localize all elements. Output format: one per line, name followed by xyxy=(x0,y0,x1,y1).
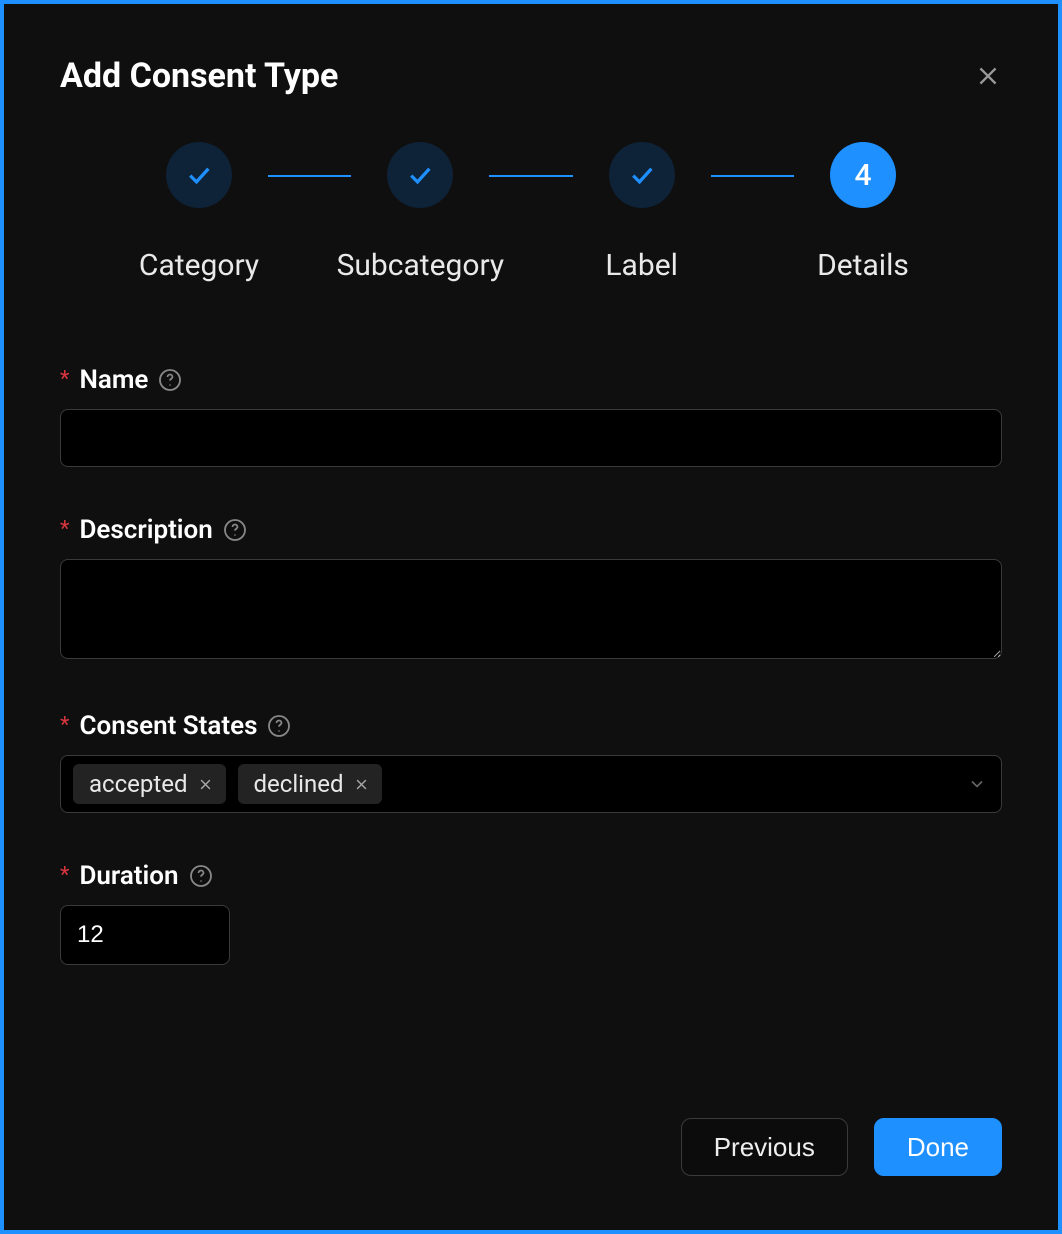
chevron-down-icon xyxy=(967,774,987,794)
wizard-stepper: Category Subcategory Label 4 xyxy=(60,142,1002,283)
step-number: 4 xyxy=(854,158,871,193)
tag-label: declined xyxy=(254,770,344,798)
step-category[interactable]: Category xyxy=(94,142,304,283)
close-button[interactable] xyxy=(974,62,1002,90)
help-icon[interactable] xyxy=(158,368,182,392)
check-icon xyxy=(405,160,435,190)
tag-declined: declined xyxy=(238,764,382,804)
help-icon[interactable] xyxy=(267,714,291,738)
description-input[interactable] xyxy=(60,559,1002,659)
modal-footer: Previous Done xyxy=(681,1118,1002,1176)
step-label: Subcategory xyxy=(337,248,505,283)
check-icon xyxy=(184,160,214,190)
close-icon xyxy=(354,777,369,792)
field-name: * Name xyxy=(60,365,1002,467)
consent-states-select[interactable]: accepted declined xyxy=(60,755,1002,813)
step-label: Category xyxy=(139,248,259,283)
previous-button[interactable]: Previous xyxy=(681,1118,848,1176)
modal-header: Add Consent Type xyxy=(60,56,1002,96)
duration-input[interactable] xyxy=(60,905,230,965)
step-details[interactable]: 4 Details xyxy=(758,142,968,283)
step-circle xyxy=(387,142,453,208)
field-description: * Description xyxy=(60,515,1002,663)
close-icon xyxy=(198,777,213,792)
required-marker: * xyxy=(60,519,69,541)
modal-title: Add Consent Type xyxy=(60,56,338,96)
tag-accepted: accepted xyxy=(73,764,226,804)
required-marker: * xyxy=(60,715,69,737)
step-circle xyxy=(166,142,232,208)
tag-label: accepted xyxy=(89,770,188,798)
close-icon xyxy=(975,63,1001,89)
field-consent-states: * Consent States accepted declined xyxy=(60,711,1002,813)
step-circle-active: 4 xyxy=(830,142,896,208)
consent-states-label: Consent States xyxy=(79,711,257,741)
duration-label: Duration xyxy=(79,861,178,891)
required-marker: * xyxy=(60,369,69,391)
name-input[interactable] xyxy=(60,409,1002,467)
add-consent-type-modal: Add Consent Type Category Subcategory xyxy=(4,4,1058,1230)
step-subcategory[interactable]: Subcategory xyxy=(315,142,525,283)
step-label: Label xyxy=(605,248,678,283)
done-button[interactable]: Done xyxy=(874,1118,1002,1176)
field-duration: * Duration xyxy=(60,861,1002,965)
step-circle xyxy=(609,142,675,208)
step-label-step[interactable]: Label xyxy=(537,142,747,283)
name-label: Name xyxy=(79,365,148,395)
modal-frame: Add Consent Type Category Subcategory xyxy=(0,0,1062,1234)
details-form: * Name * Description xyxy=(60,365,1002,965)
step-label: Details xyxy=(817,248,909,283)
help-icon[interactable] xyxy=(189,864,213,888)
help-icon[interactable] xyxy=(223,518,247,542)
required-marker: * xyxy=(60,865,69,887)
description-label: Description xyxy=(79,515,212,545)
check-icon xyxy=(627,160,657,190)
remove-tag-button[interactable] xyxy=(198,776,214,792)
remove-tag-button[interactable] xyxy=(354,776,370,792)
